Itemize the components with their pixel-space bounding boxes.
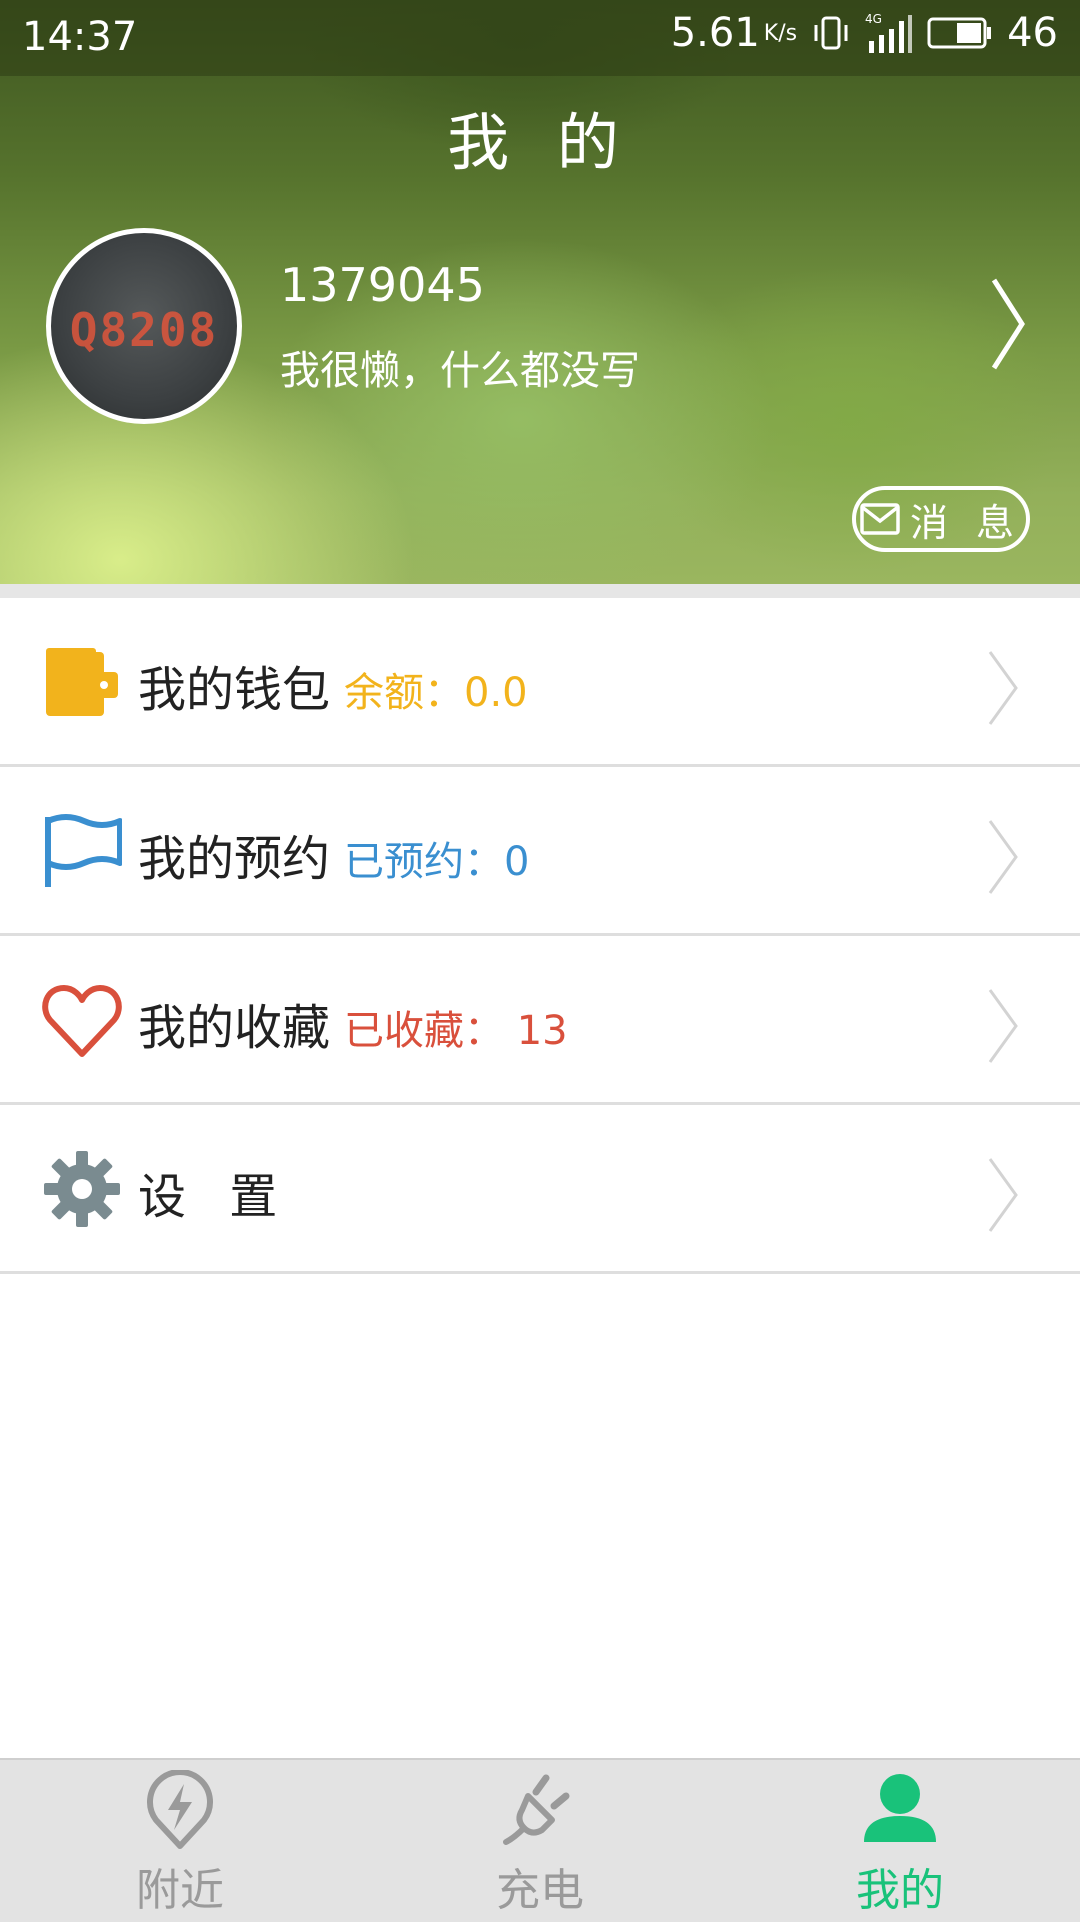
menu-item-label: 设 置 [138, 1169, 292, 1225]
menu-item-label: 我的收藏 [138, 1000, 331, 1056]
chevron-right-icon [988, 651, 1018, 725]
tab-label: 充电 [496, 1865, 584, 1916]
gear-icon [44, 1151, 120, 1227]
svg-text:4G: 4G [865, 12, 882, 26]
profile-header: 14:37 5.61 K/s 4G 46 我 的 Q8208 1379045 我… [0, 0, 1080, 584]
person-icon [864, 1774, 936, 1842]
message-label: 消 息 [909, 500, 1023, 545]
wallet-icon [46, 648, 118, 716]
user-signature: 我很懒，什么都没写 [280, 348, 640, 394]
status-time: 14:37 [22, 14, 138, 60]
tab-label: 附近 [136, 1865, 224, 1916]
user-id: 1379045 [280, 258, 485, 312]
avatar-image-text: Q8208 [69, 303, 219, 357]
reservation-count: 已预约：0 [344, 839, 530, 885]
tab-label: 我的 [856, 1865, 944, 1916]
mail-icon [860, 503, 900, 535]
avatar[interactable]: Q8208 [46, 228, 242, 424]
menu-item-wallet[interactable]: 我的钱包 余额：0.0 [0, 598, 1080, 767]
vibrate-icon [814, 16, 848, 50]
plug-icon [503, 1774, 570, 1845]
section-divider [0, 584, 1080, 598]
message-button[interactable]: 消 息 [852, 486, 1030, 552]
network-speed: 5.61 K/s [670, 10, 798, 56]
menu-item-settings[interactable]: 设 置 [0, 1105, 1080, 1274]
menu-item-label: 我的钱包 [138, 662, 331, 718]
chevron-right-icon [988, 820, 1018, 894]
status-indicators: 5.61 K/s 4G 46 [671, 10, 1058, 56]
menu-item-label: 我的预约 [138, 831, 331, 887]
menu-item-favorites[interactable]: 我的收藏 已收藏： 13 [0, 936, 1080, 1105]
tab-mine[interactable]: 我的 [720, 1760, 1080, 1922]
menu-list: 我的钱包 余额：0.0 我的预约 已预约：0 我的收藏 已收藏： 13 设 置 [0, 598, 1080, 1274]
wallet-balance: 余额：0.0 [344, 670, 528, 716]
flag-icon [45, 814, 122, 887]
favorites-count: 已收藏： 13 [344, 1008, 568, 1054]
location-bolt-icon [147, 1770, 213, 1849]
chevron-right-icon[interactable] [988, 274, 1028, 374]
bottom-nav: 附近 充电 我的 [0, 1758, 1080, 1922]
tab-nearby[interactable]: 附近 [0, 1760, 360, 1922]
chevron-right-icon [988, 1158, 1018, 1232]
menu-item-reservation[interactable]: 我的预约 已预约：0 [0, 767, 1080, 936]
chevron-right-icon [988, 989, 1018, 1063]
signal-4g-icon: 4G [865, 12, 913, 53]
battery-level: 46 [1007, 10, 1058, 56]
page-title: 我 的 [447, 106, 633, 179]
battery-icon [927, 17, 992, 49]
heart-icon [42, 985, 122, 1057]
tab-charge[interactable]: 充电 [360, 1760, 720, 1922]
status-bar: 14:37 5.61 K/s 4G 46 [0, 0, 1080, 76]
